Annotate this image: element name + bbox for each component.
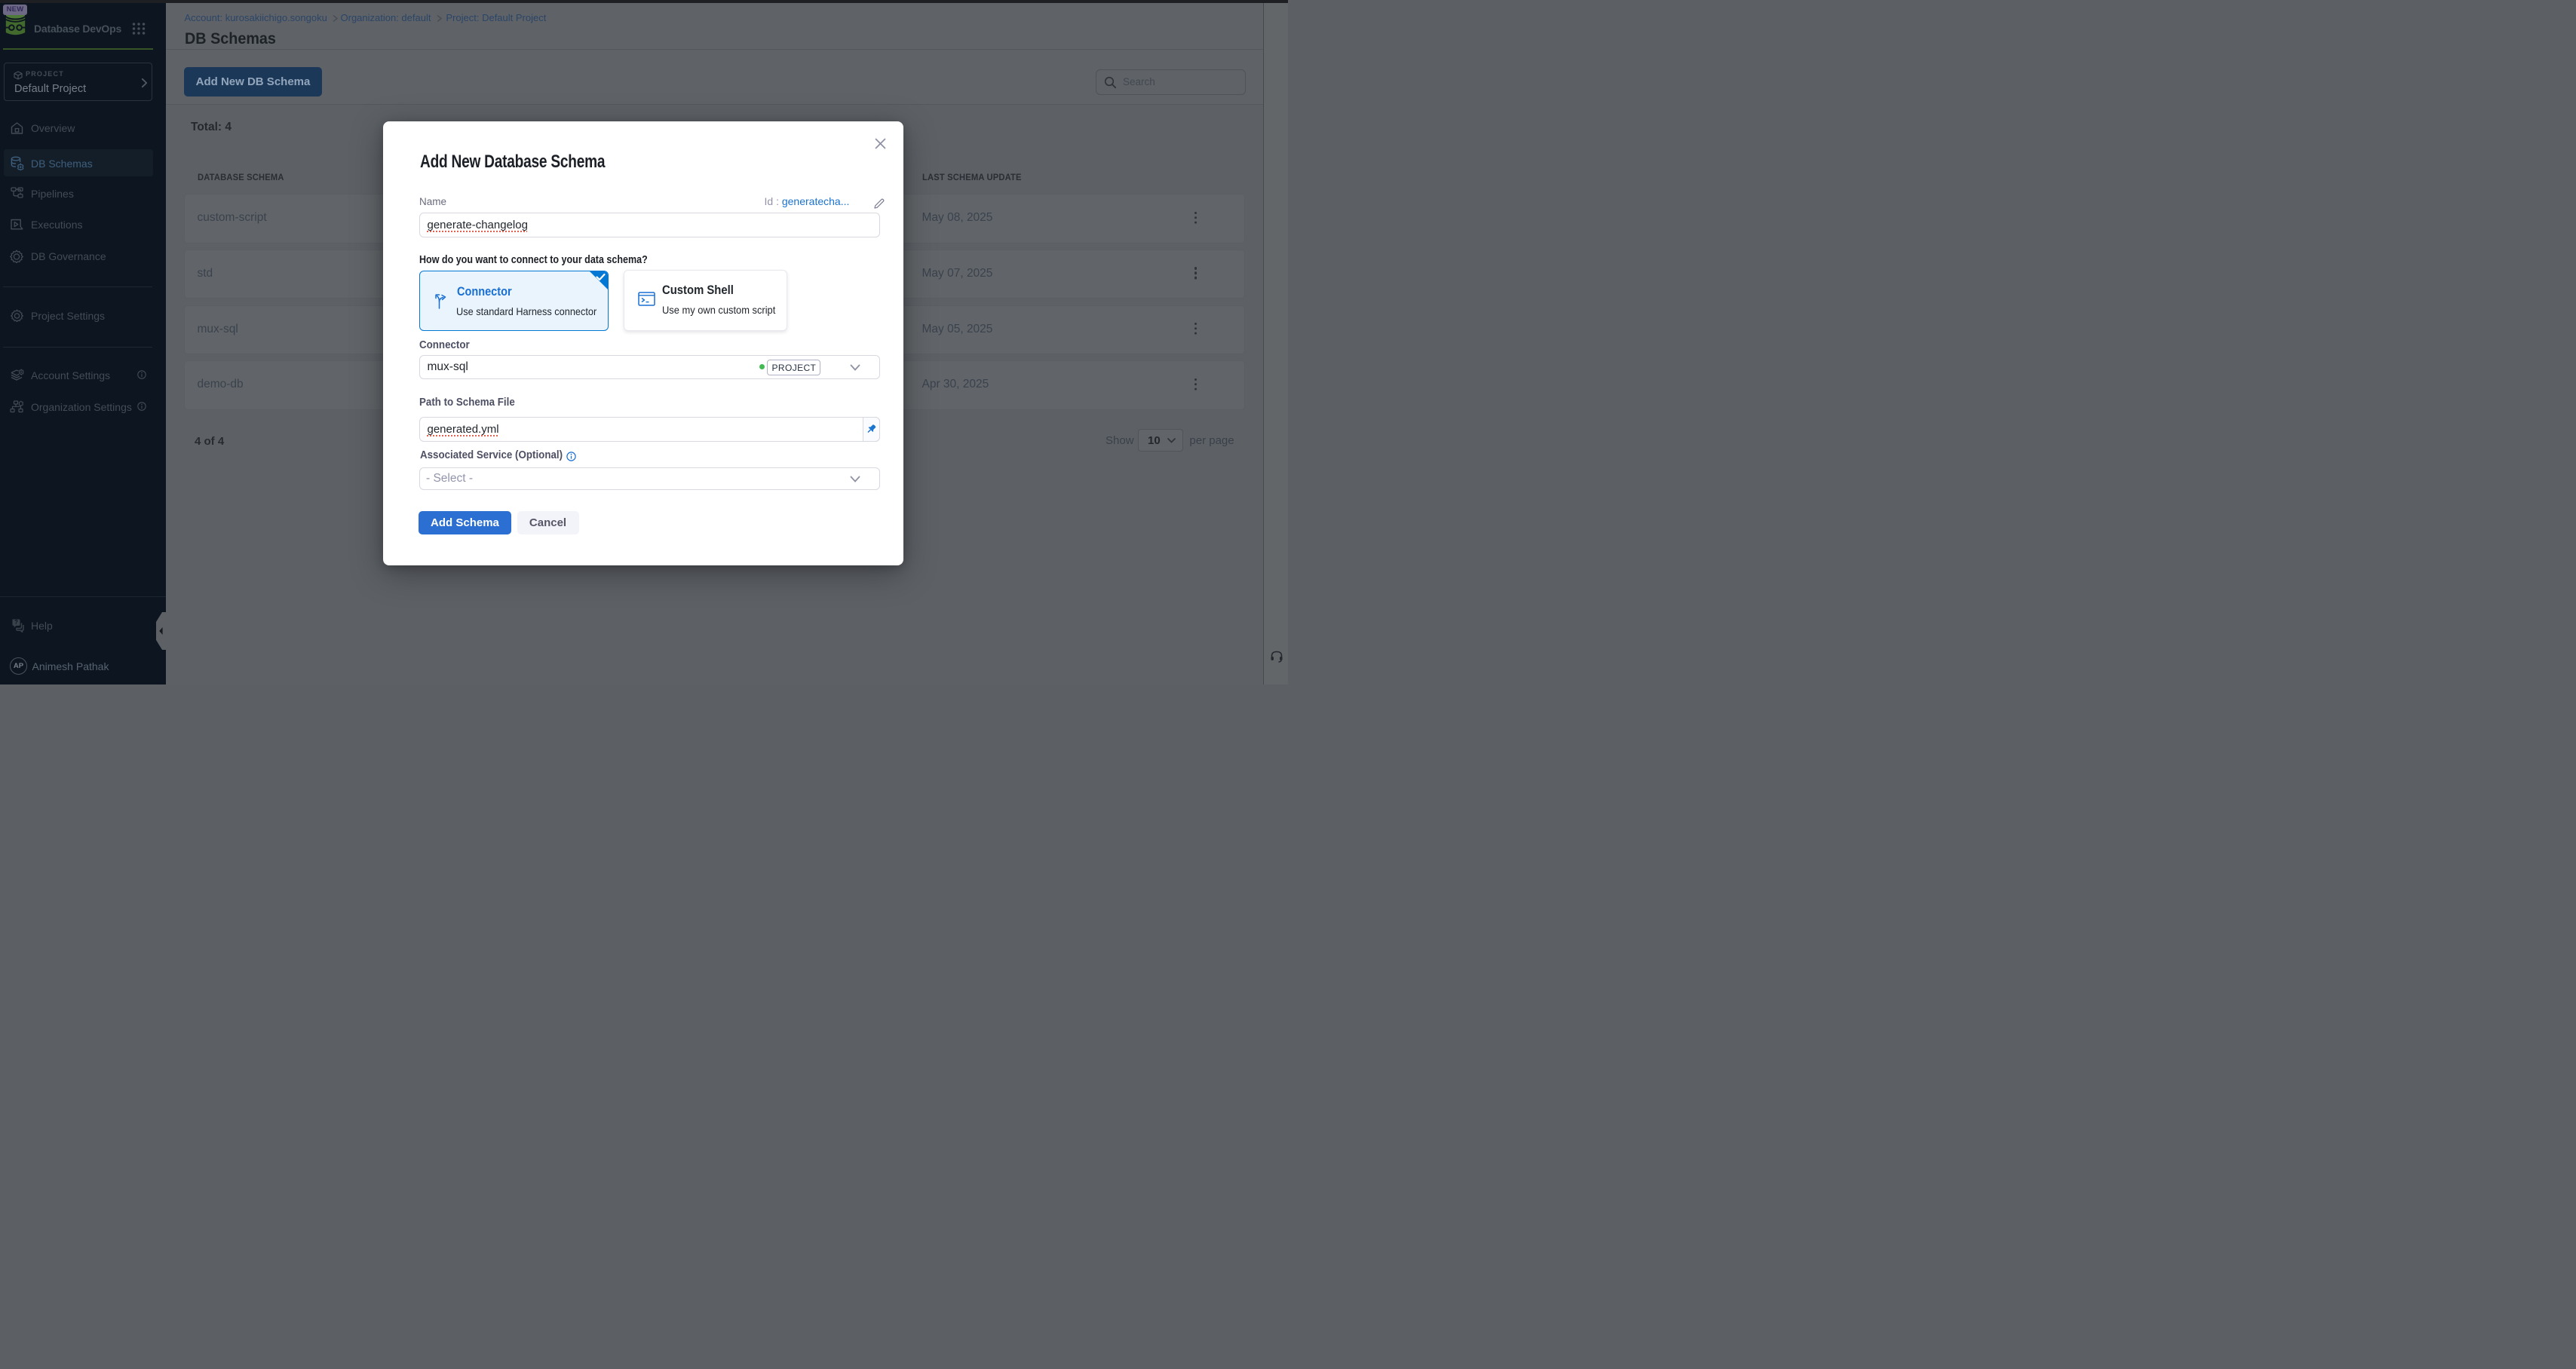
svg-text:?: ?: [14, 619, 18, 626]
